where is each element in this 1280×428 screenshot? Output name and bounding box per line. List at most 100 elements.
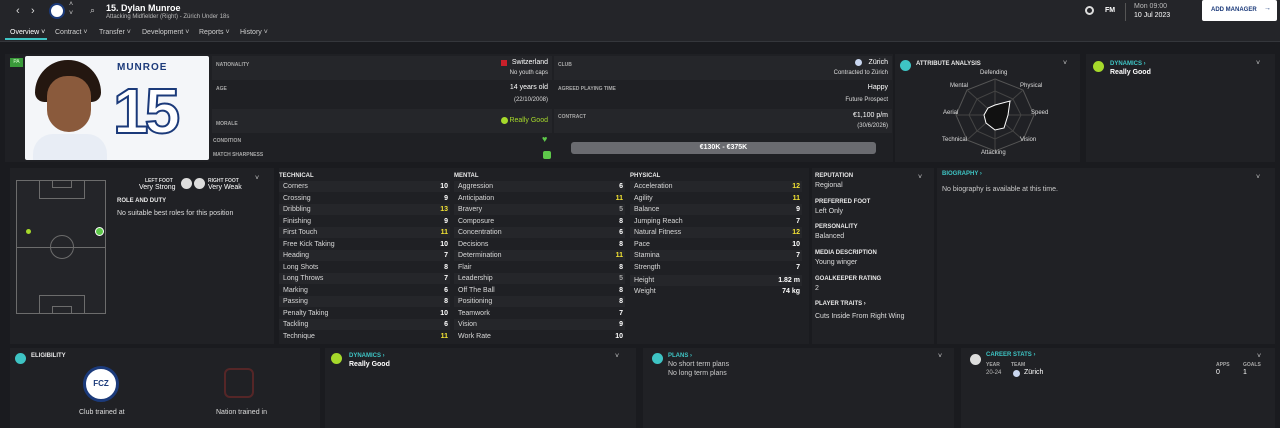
club-row[interactable]: CLUB Zürich Contracted to Zürich [554, 56, 892, 80]
career-stats-title[interactable]: CAREER STATS › [986, 352, 1035, 358]
chevron-down-icon[interactable]: ˅ [255, 175, 259, 182]
nationality-value[interactable]: Switzerland [512, 59, 548, 66]
attribute-row[interactable]: Leadership 5 [454, 273, 625, 284]
back-icon[interactable]: ‹ [16, 5, 20, 17]
forward-icon[interactable]: › [31, 5, 35, 17]
tab-contract[interactable]: Contract ˅ [55, 29, 88, 36]
support-icon[interactable] [1085, 6, 1094, 15]
chevron-down-icon[interactable]: ˅ [1063, 60, 1067, 67]
dynamics-title[interactable]: DYNAMICS › [349, 353, 385, 359]
attribute-row[interactable]: Bravery 5 [454, 204, 625, 215]
chevron-down-icon[interactable]: ˅ [1256, 60, 1260, 67]
tab-reports[interactable]: Reports ˅ [199, 29, 230, 36]
position-panel: LEFT FOOT Very Strong RIGHT FOOT Very We… [10, 168, 274, 344]
pitch[interactable] [16, 180, 106, 314]
attribute-row[interactable]: Composure 8 [454, 216, 625, 227]
position-marker-amr[interactable] [95, 227, 104, 236]
playing-time-value: Happy [867, 84, 888, 91]
position-marker-ml[interactable] [26, 229, 31, 234]
club-trained-logo[interactable]: FCZ [83, 366, 119, 402]
player-title: 15. Dylan Munroe [106, 3, 181, 13]
attribute-value: 7 [619, 309, 623, 317]
attribute-row[interactable]: Natural Fitness 12 [630, 227, 802, 238]
height-label: Height [634, 277, 655, 284]
attribute-row[interactable]: First Touch 11 [279, 227, 450, 238]
attribute-name: Vision [458, 321, 477, 328]
attribute-row[interactable]: Passing 8 [279, 296, 450, 307]
attribute-row[interactable]: Work Rate 10 [454, 331, 625, 342]
attribute-row[interactable]: Positioning 8 [454, 296, 625, 307]
search-icon[interactable]: ⌕ [90, 5, 95, 16]
attribute-row[interactable]: Technique 11 [279, 331, 450, 342]
attribute-row[interactable]: Aggression 6 [454, 181, 625, 192]
attribute-row[interactable]: Heading 7 [279, 250, 450, 261]
attribute-row[interactable]: Anticipation 11 [454, 193, 625, 204]
attribute-row[interactable]: Acceleration 12 [630, 181, 802, 192]
chevron-down-icon[interactable]: ˅ [1257, 353, 1261, 360]
eligibility-title: ELIGIBILITY [31, 353, 66, 359]
chevron-down-icon[interactable]: ˅ [615, 353, 619, 360]
attribute-row[interactable]: Dribbling 13 [279, 204, 450, 215]
attribute-row[interactable]: Vision 9 [454, 319, 625, 330]
chevron-up-icon[interactable]: ˄ [69, 1, 73, 8]
career-team[interactable]: Zürich [1024, 369, 1043, 376]
plans-title[interactable]: PLANS › [668, 353, 692, 359]
attribute-row[interactable]: Tackling 6 [279, 319, 450, 330]
attribute-name: Dribbling [283, 206, 311, 213]
tab-development[interactable]: Development ˅ [142, 29, 189, 36]
attribute-row[interactable]: Balance 9 [630, 204, 802, 215]
attribute-row[interactable]: Agility 11 [630, 193, 802, 204]
attribute-row[interactable]: Long Shots 8 [279, 262, 450, 273]
chevron-down-icon[interactable]: ˅ [1256, 174, 1260, 181]
attribute-name: Marking [283, 286, 308, 294]
chevron-down-icon[interactable]: ˅ [918, 174, 922, 181]
player-traits-label[interactable]: PLAYER TRAITS › [815, 301, 866, 307]
radar-icon [900, 60, 911, 71]
attribute-row[interactable]: Flair 8 [454, 262, 625, 273]
fm-logo[interactable]: FM [1105, 7, 1115, 14]
attribute-name: Strength [634, 263, 661, 271]
goalkeeper-rating-label: GOALKEEPER RATING [815, 276, 882, 282]
current-date[interactable]: 10 Jul 2023 [1134, 12, 1170, 19]
attribute-row[interactable]: Jumping Reach 7 [630, 216, 802, 227]
height-row: Height 1.82 m [630, 275, 802, 286]
attribute-row[interactable]: Penalty Taking 10 [279, 308, 450, 319]
attribute-name: Finishing [283, 217, 312, 225]
contract-row[interactable]: CONTRACT €1,100 p/m (30/6/2026) [554, 109, 892, 133]
attribute-analysis-title: ATTRIBUTE ANALYSIS [916, 61, 981, 67]
attribute-row[interactable]: Concentration 6 [454, 227, 625, 238]
contract-label: CONTRACT [558, 114, 587, 120]
attribute-row[interactable]: Stamina 7 [630, 250, 802, 261]
biography-title[interactable]: BIOGRAPHY › [942, 171, 982, 177]
tab-overview[interactable]: Overview ˅ [10, 29, 45, 36]
attribute-row[interactable]: Corners 10 [279, 181, 450, 192]
morale-row[interactable]: MORALE Really Good [212, 109, 552, 133]
attribute-value: 11 [440, 229, 448, 236]
attribute-row[interactable]: Teamwork 7 [454, 308, 625, 319]
attribute-row[interactable]: Long Throws 7 [279, 273, 450, 284]
attribute-row[interactable]: Decisions 8 [454, 239, 625, 250]
tab-transfer[interactable]: Transfer ˅ [99, 29, 131, 36]
chevron-down-icon[interactable]: ˅ [69, 10, 73, 17]
club-crest-icon[interactable] [49, 3, 65, 19]
nationality-row[interactable]: NATIONALITY Switzerland No youth caps [212, 56, 552, 80]
attribute-row[interactable]: Strength 7 [630, 262, 802, 273]
club-value[interactable]: Zürich [869, 59, 888, 66]
attribute-row[interactable]: Marking 6 [279, 285, 450, 296]
nation-trained-logo[interactable] [224, 368, 254, 398]
attribute-row[interactable]: Finishing 9 [279, 216, 450, 227]
attribute-row[interactable]: Off The Ball 8 [454, 285, 625, 296]
tab-history[interactable]: History ˅ [240, 29, 268, 36]
attribute-row[interactable]: Free Kick Taking 10 [279, 239, 450, 250]
attribute-row[interactable]: Determination 11 [454, 250, 625, 261]
goals-header: GOALS [1243, 362, 1261, 368]
attribute-row[interactable]: Crossing 9 [279, 193, 450, 204]
attribute-row[interactable]: Pace 10 [630, 239, 802, 250]
eligibility-panel: ELIGIBILITY FCZ Club trained at Nation t… [10, 348, 320, 428]
personality-value: Balanced [815, 233, 845, 240]
attribute-value: 9 [619, 321, 623, 328]
add-manager-button[interactable]: ADD MANAGER → [1202, 0, 1277, 21]
value-range-bar[interactable]: €130K - €375K [571, 142, 876, 154]
chevron-down-icon[interactable]: ˅ [938, 353, 942, 360]
dynamics-title[interactable]: DYNAMICS › [1110, 61, 1146, 67]
